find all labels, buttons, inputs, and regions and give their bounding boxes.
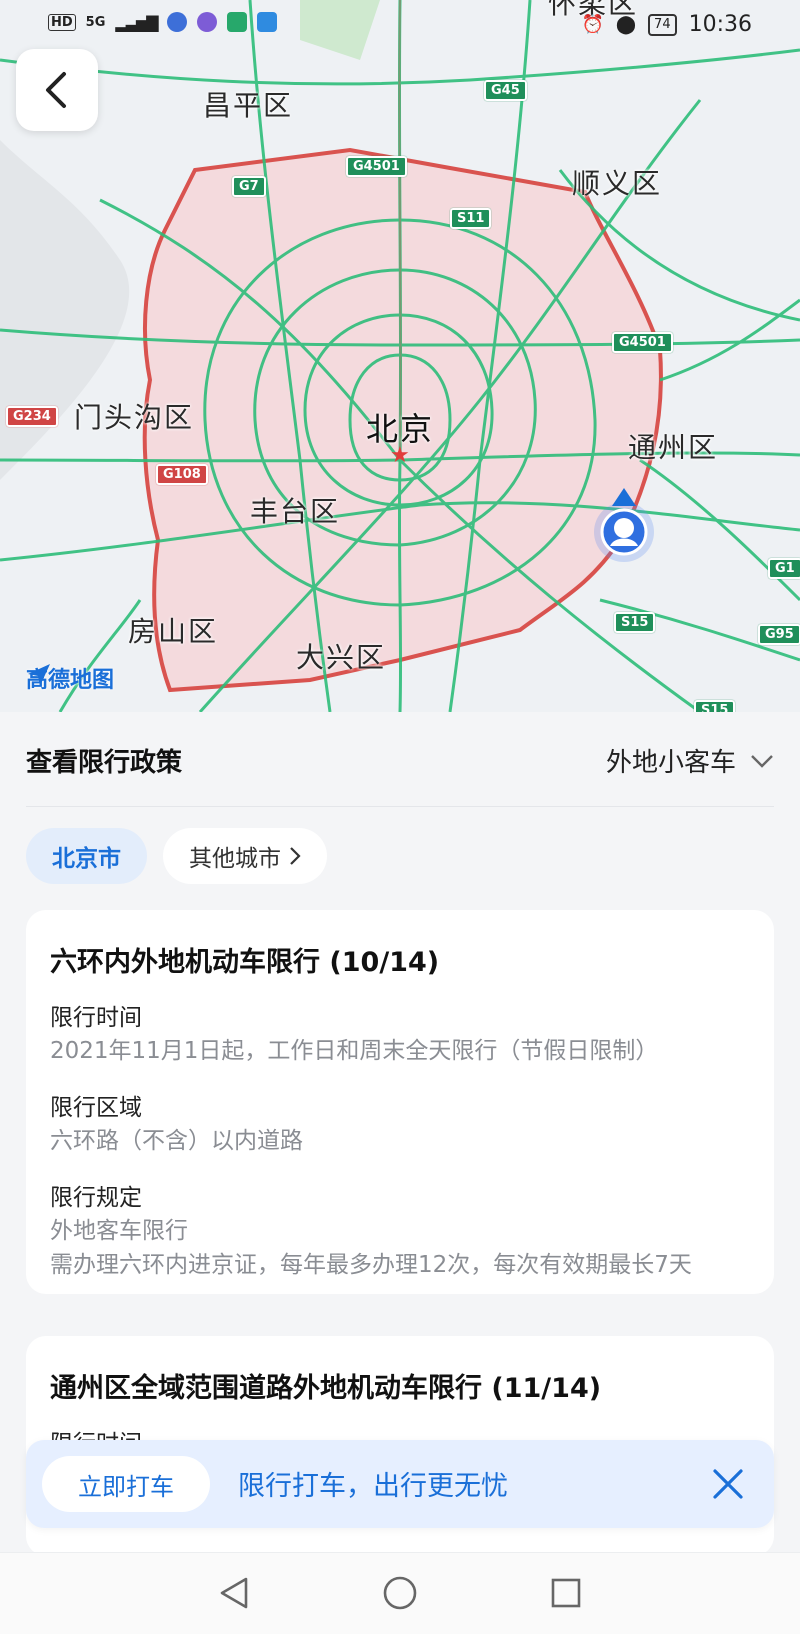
tab-other-cities-label: 其他城市 (189, 846, 281, 872)
vehicle-type-dropdown[interactable]: 外地小客车 (606, 742, 774, 779)
tab-other-cities[interactable]: 其他城市 (163, 828, 327, 884)
road-shield-g7: G7 (232, 176, 266, 197)
amap-logo: 高德地图 (26, 662, 114, 694)
amap-logo-icon (28, 664, 50, 686)
policy-panel: 查看限行政策 外地小客车 北京市 其他城市 六环内外地机动车限行 (10/14)… (0, 712, 800, 1556)
rule-title: 通州区全域范围道路外地机动车限行 (11/14) (50, 1373, 602, 1404)
field-label-area: 限行区域 (50, 1095, 142, 1121)
road-shield-g4501-east: G4501 (612, 332, 673, 353)
tab-beijing[interactable]: 北京市 (26, 828, 147, 884)
panel-title: 查看限行政策 (26, 748, 183, 778)
cloud-notification-icon (256, 12, 277, 32)
system-nav-bar (0, 1552, 800, 1634)
app-notification-icon (166, 12, 187, 32)
city-label-beijing: 北京 (366, 410, 435, 448)
music-notification-icon (196, 12, 217, 32)
district-label-daxing: 大兴区 (296, 641, 387, 674)
back-arrow-icon (46, 72, 66, 108)
map-canvas: ★ (0, 0, 800, 712)
road-shield-g108: G108 (156, 464, 208, 485)
nav-back-button[interactable] (214, 1573, 254, 1613)
district-label-tongzhou: 通州区 (628, 431, 719, 464)
close-icon (713, 1469, 743, 1499)
alarm-icon: ⏰ (581, 14, 604, 35)
road-shield-g1: G1 (768, 558, 800, 579)
district-label-fengtai: 丰台区 (250, 495, 341, 528)
road-shield-g95: G95 (758, 624, 800, 645)
chevron-down-icon (751, 754, 773, 768)
hail-taxi-button[interactable]: 立即打车 (42, 1456, 210, 1512)
hd-indicator: HD (48, 13, 76, 31)
tab-beijing-label: 北京市 (52, 846, 121, 872)
field-value-rules-line1: 外地客车限行 (50, 1218, 188, 1244)
road-shield-g234: G234 (6, 406, 58, 427)
taxi-banner: 立即打车 限行打车，出行更无忧 (26, 1440, 774, 1528)
nav-home-icon (383, 1576, 417, 1610)
home-notification-icon (226, 12, 247, 32)
battery-level: 74 (654, 17, 671, 32)
banner-text: 限行打车，出行更无忧 (238, 1471, 508, 1502)
district-label-mentougou: 门头沟区 (74, 401, 195, 434)
banner-close-button[interactable] (704, 1460, 752, 1508)
signal-icon: ▂▃▅▇ (115, 12, 158, 32)
battery-icon: 74 (648, 13, 677, 36)
field-value-area: 六环路（不含）以内道路 (50, 1128, 303, 1154)
city-tabs: 北京市 其他城市 (26, 828, 327, 884)
district-label-changping: 昌平区 (203, 89, 294, 122)
panel-header: 查看限行政策 外地小客车 (26, 712, 774, 807)
nav-recents-icon (551, 1578, 581, 1608)
field-value-rules-line2: 需办理六环内进京证，每年最多办理12次，每次有效期最长7天 (50, 1252, 692, 1278)
road-shield-g4501-north: G4501 (346, 156, 407, 177)
district-label-shunyi: 顺义区 (572, 167, 663, 200)
road-shield-s11: S11 (450, 208, 492, 229)
hail-taxi-button-label: 立即打车 (78, 1472, 174, 1501)
map-view[interactable]: ★ 昌平区 顺义区 门头沟区 北京 通州区 丰台区 房山区 大兴区 怀柔区 G4… (0, 0, 800, 712)
nav-back-icon (220, 1577, 248, 1609)
district-label-fangshan: 房山区 (128, 615, 219, 648)
nav-home-button[interactable] (380, 1573, 420, 1613)
vehicle-type-value: 外地小客车 (605, 748, 736, 778)
status-bar: HD 5G ▂▃▅▇ ⏰ ⬤ 74 10:36 (0, 0, 800, 48)
back-button[interactable] (16, 49, 98, 131)
road-shield-g45: G45 (484, 80, 527, 101)
road-shield-s15: S15 (614, 612, 656, 633)
road-shield-s15-south: S15 (694, 700, 736, 712)
nav-recents-button[interactable] (546, 1573, 586, 1613)
field-value-time: 2021年11月1日起，工作日和周末全天限行（节假日限制） (50, 1038, 659, 1064)
rule-title: 六环内外地机动车限行 (10/14) (50, 947, 440, 978)
rule-card: 六环内外地机动车限行 (10/14) 限行时间 2021年11月1日起，工作日和… (26, 910, 774, 1294)
location-icon: ⬤ (615, 14, 637, 35)
5g-indicator: 5G (85, 14, 106, 30)
field-label-rules: 限行规定 (50, 1185, 142, 1211)
chevron-right-icon (290, 847, 301, 865)
clock: 10:36 (688, 12, 752, 37)
field-label-time: 限行时间 (50, 1005, 142, 1031)
